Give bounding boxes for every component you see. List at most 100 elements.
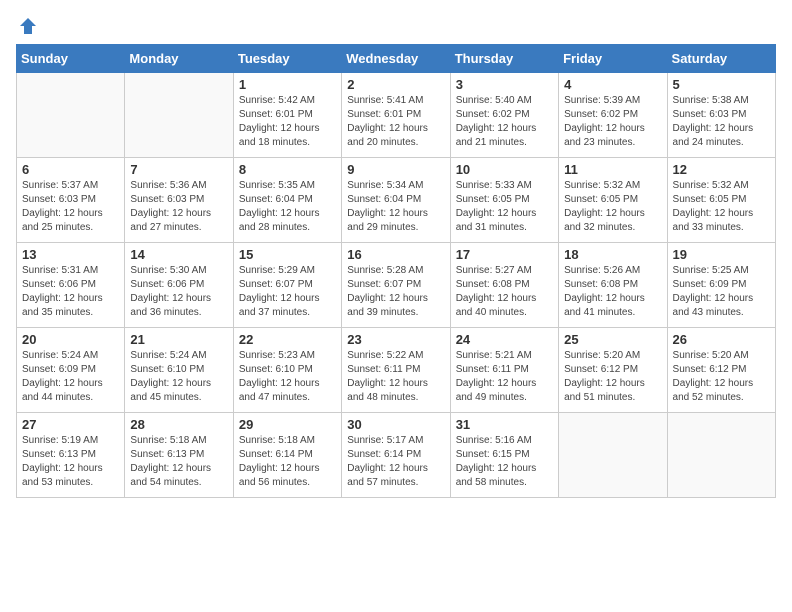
calendar-cell: 14 Sunrise: 5:30 AMSunset: 6:06 PMDayligh… [125,243,233,328]
day-info: Sunrise: 5:33 AMSunset: 6:05 PMDaylight:… [456,179,553,235]
page-header [16,16,776,36]
day-number: 20 [22,332,119,347]
weekday-header-row: SundayMondayTuesdayWednesdayThursdayFrid… [17,45,776,73]
day-info: Sunrise: 5:24 AMSunset: 6:10 PMDaylight:… [130,349,227,405]
day-info: Sunrise: 5:20 AMSunset: 6:12 PMDaylight:… [564,349,661,405]
weekday-header-wednesday: Wednesday [342,45,450,73]
calendar-cell: 25 Sunrise: 5:20 AMSunset: 6:12 PMDayligh… [559,328,667,413]
day-info: Sunrise: 5:19 AMSunset: 6:13 PMDaylight:… [22,434,119,490]
calendar-cell: 29 Sunrise: 5:18 AMSunset: 6:14 PMDayligh… [233,413,341,498]
day-info: Sunrise: 5:28 AMSunset: 6:07 PMDaylight:… [347,264,444,320]
day-info: Sunrise: 5:36 AMSunset: 6:03 PMDaylight:… [130,179,227,235]
weekday-header-saturday: Saturday [667,45,775,73]
day-number: 31 [456,417,553,432]
day-info: Sunrise: 5:34 AMSunset: 6:04 PMDaylight:… [347,179,444,235]
day-number: 2 [347,77,444,92]
day-info: Sunrise: 5:25 AMSunset: 6:09 PMDaylight:… [673,264,770,320]
day-info: Sunrise: 5:23 AMSunset: 6:10 PMDaylight:… [239,349,336,405]
calendar-cell: 7 Sunrise: 5:36 AMSunset: 6:03 PMDaylight… [125,158,233,243]
day-info: Sunrise: 5:40 AMSunset: 6:02 PMDaylight:… [456,94,553,150]
day-number: 21 [130,332,227,347]
calendar-cell [667,413,775,498]
day-info: Sunrise: 5:21 AMSunset: 6:11 PMDaylight:… [456,349,553,405]
day-number: 18 [564,247,661,262]
day-info: Sunrise: 5:17 AMSunset: 6:14 PMDaylight:… [347,434,444,490]
day-number: 4 [564,77,661,92]
weekday-header-sunday: Sunday [17,45,125,73]
calendar-cell: 21 Sunrise: 5:24 AMSunset: 6:10 PMDayligh… [125,328,233,413]
day-number: 8 [239,162,336,177]
day-number: 24 [456,332,553,347]
calendar-cell: 20 Sunrise: 5:24 AMSunset: 6:09 PMDayligh… [17,328,125,413]
calendar-cell: 12 Sunrise: 5:32 AMSunset: 6:05 PMDayligh… [667,158,775,243]
calendar-cell: 30 Sunrise: 5:17 AMSunset: 6:14 PMDayligh… [342,413,450,498]
weekday-header-tuesday: Tuesday [233,45,341,73]
day-number: 6 [22,162,119,177]
day-number: 19 [673,247,770,262]
day-info: Sunrise: 5:30 AMSunset: 6:06 PMDaylight:… [130,264,227,320]
calendar-table: SundayMondayTuesdayWednesdayThursdayFrid… [16,44,776,498]
day-info: Sunrise: 5:41 AMSunset: 6:01 PMDaylight:… [347,94,444,150]
day-number: 14 [130,247,227,262]
day-number: 13 [22,247,119,262]
calendar-cell: 18Sunrise: 5:26 AMSunset: 6:08 PMDayligh… [559,243,667,328]
day-number: 9 [347,162,444,177]
calendar-cell: 22 Sunrise: 5:23 AMSunset: 6:10 PMDayligh… [233,328,341,413]
day-number: 15 [239,247,336,262]
day-info: Sunrise: 5:20 AMSunset: 6:12 PMDaylight:… [673,349,770,405]
day-info: Sunrise: 5:38 AMSunset: 6:03 PMDaylight:… [673,94,770,150]
day-info: Sunrise: 5:31 AMSunset: 6:06 PMDaylight:… [22,264,119,320]
calendar-week-row: 27 Sunrise: 5:19 AMSunset: 6:13 PMDayligh… [17,413,776,498]
day-number: 16 [347,247,444,262]
logo-icon [18,16,38,36]
day-info: Sunrise: 5:22 AMSunset: 6:11 PMDaylight:… [347,349,444,405]
calendar-cell: 8 Sunrise: 5:35 AMSunset: 6:04 PMDaylight… [233,158,341,243]
day-info: Sunrise: 5:24 AMSunset: 6:09 PMDaylight:… [22,349,119,405]
calendar-cell: 4 Sunrise: 5:39 AMSunset: 6:02 PMDaylight… [559,73,667,158]
weekday-header-monday: Monday [125,45,233,73]
calendar-week-row: 13 Sunrise: 5:31 AMSunset: 6:06 PMDayligh… [17,243,776,328]
weekday-header-thursday: Thursday [450,45,558,73]
day-info: Sunrise: 5:16 AMSunset: 6:15 PMDaylight:… [456,434,553,490]
calendar-cell: 6 Sunrise: 5:37 AMSunset: 6:03 PMDaylight… [17,158,125,243]
day-info: Sunrise: 5:35 AMSunset: 6:04 PMDaylight:… [239,179,336,235]
day-number: 5 [673,77,770,92]
day-info: Sunrise: 5:27 AMSunset: 6:08 PMDaylight:… [456,264,553,320]
calendar-cell: 10 Sunrise: 5:33 AMSunset: 6:05 PMDayligh… [450,158,558,243]
day-number: 1 [239,77,336,92]
calendar-cell: 11Sunrise: 5:32 AMSunset: 6:05 PMDayligh… [559,158,667,243]
calendar-cell: 23 Sunrise: 5:22 AMSunset: 6:11 PMDayligh… [342,328,450,413]
day-number: 26 [673,332,770,347]
day-info: Sunrise: 5:18 AMSunset: 6:14 PMDaylight:… [239,434,336,490]
calendar-cell: 13 Sunrise: 5:31 AMSunset: 6:06 PMDayligh… [17,243,125,328]
calendar-cell: 15Sunrise: 5:29 AMSunset: 6:07 PMDayligh… [233,243,341,328]
calendar-cell: 31 Sunrise: 5:16 AMSunset: 6:15 PMDayligh… [450,413,558,498]
day-number: 7 [130,162,227,177]
day-number: 29 [239,417,336,432]
calendar-cell: 27 Sunrise: 5:19 AMSunset: 6:13 PMDayligh… [17,413,125,498]
calendar-cell: 3 Sunrise: 5:40 AMSunset: 6:02 PMDaylight… [450,73,558,158]
day-number: 12 [673,162,770,177]
calendar-cell: 26 Sunrise: 5:20 AMSunset: 6:12 PMDayligh… [667,328,775,413]
day-number: 23 [347,332,444,347]
day-number: 28 [130,417,227,432]
day-number: 27 [22,417,119,432]
calendar-cell: 19 Sunrise: 5:25 AMSunset: 6:09 PMDayligh… [667,243,775,328]
day-info: Sunrise: 5:39 AMSunset: 6:02 PMDaylight:… [564,94,661,150]
day-info: Sunrise: 5:32 AMSunset: 6:05 PMDaylight:… [673,179,770,235]
calendar-cell: 5 Sunrise: 5:38 AMSunset: 6:03 PMDaylight… [667,73,775,158]
day-number: 30 [347,417,444,432]
day-number: 25 [564,332,661,347]
calendar-cell: 2 Sunrise: 5:41 AMSunset: 6:01 PMDaylight… [342,73,450,158]
day-number: 10 [456,162,553,177]
calendar-week-row: 1Sunrise: 5:42 AMSunset: 6:01 PMDaylight… [17,73,776,158]
calendar-week-row: 6 Sunrise: 5:37 AMSunset: 6:03 PMDaylight… [17,158,776,243]
calendar-cell: 16 Sunrise: 5:28 AMSunset: 6:07 PMDayligh… [342,243,450,328]
calendar-cell [17,73,125,158]
calendar-cell: 24 Sunrise: 5:21 AMSunset: 6:11 PMDayligh… [450,328,558,413]
day-info: Sunrise: 5:37 AMSunset: 6:03 PMDaylight:… [22,179,119,235]
calendar-week-row: 20 Sunrise: 5:24 AMSunset: 6:09 PMDayligh… [17,328,776,413]
day-number: 3 [456,77,553,92]
day-number: 22 [239,332,336,347]
calendar-cell [559,413,667,498]
